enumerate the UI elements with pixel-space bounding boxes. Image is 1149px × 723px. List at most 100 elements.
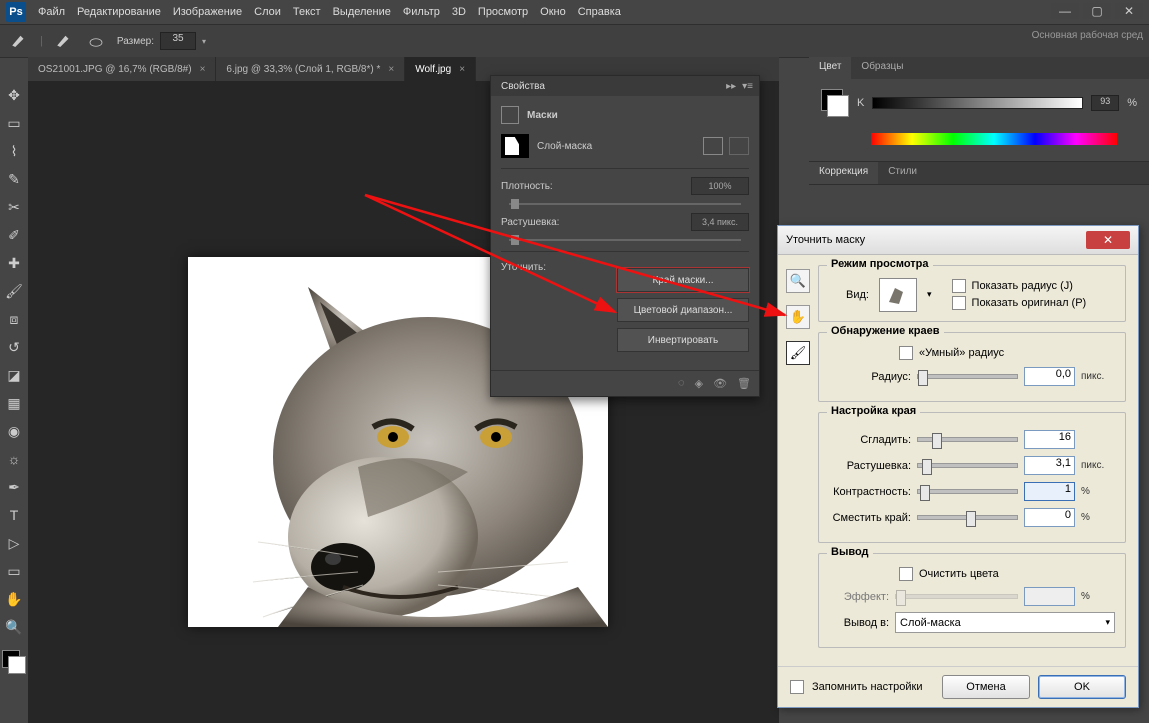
menu-view[interactable]: Просмотр: [478, 6, 528, 18]
k-slider[interactable]: [872, 97, 1083, 109]
hand-tool[interactable]: ✋: [3, 588, 25, 610]
contrast-input[interactable]: 1: [1024, 482, 1075, 501]
cancel-button[interactable]: Отмена: [942, 675, 1030, 699]
stamp-tool[interactable]: ⧈: [3, 308, 25, 330]
type-tool[interactable]: T: [3, 504, 25, 526]
view-dropdown-icon[interactable]: ▾: [927, 289, 932, 300]
output-combo[interactable]: Слой-маска▾: [895, 612, 1115, 633]
window-close[interactable]: ✕: [1115, 3, 1143, 19]
delete-mask-icon[interactable]: 🗑: [737, 377, 751, 390]
shape-tool[interactable]: ▭: [3, 560, 25, 582]
doc-tab-0[interactable]: OS21001.JPG @ 16,7% (RGB/8#)×: [28, 57, 216, 81]
show-radius-checkbox[interactable]: [952, 279, 966, 293]
hand-tool-icon[interactable]: ✋: [786, 305, 810, 329]
crop-tool[interactable]: ✂: [3, 196, 25, 218]
apply-mask-icon[interactable]: ◈: [695, 377, 703, 390]
decon-label: Очистить цвета: [919, 568, 999, 580]
pen-tool[interactable]: ✒: [3, 476, 25, 498]
remember-checkbox[interactable]: [790, 680, 804, 694]
refine-brush-icon[interactable]: 🖌: [786, 341, 810, 365]
feather-dlg-slider[interactable]: [917, 463, 1018, 468]
contrast-slider[interactable]: [917, 489, 1018, 494]
feather-dlg-input[interactable]: 3,1: [1024, 456, 1075, 475]
menu-window[interactable]: Окно: [540, 6, 566, 18]
close-icon[interactable]: ×: [200, 64, 206, 75]
doc-tab-2[interactable]: Wolf.jpg×: [405, 57, 476, 81]
color-range-button[interactable]: Цветовой диапазон...: [617, 298, 749, 322]
feather-value[interactable]: 3,4 пикс.: [691, 213, 749, 231]
ok-button[interactable]: OK: [1038, 675, 1126, 699]
dialog-close-button[interactable]: ✕: [1086, 231, 1130, 249]
density-slider[interactable]: [509, 203, 741, 205]
adjustments-tab[interactable]: Коррекция: [809, 162, 878, 184]
mask-mode-icon[interactable]: [501, 106, 519, 124]
smart-radius-checkbox[interactable]: [899, 346, 913, 360]
marquee-tool[interactable]: ▭: [3, 112, 25, 134]
brush-preset-icon[interactable]: [53, 32, 75, 50]
eyedropper-tool[interactable]: ✐: [3, 224, 25, 246]
size-input[interactable]: 35: [160, 32, 196, 50]
decon-checkbox[interactable]: [899, 567, 913, 581]
radius-label: Радиус:: [829, 371, 911, 383]
shift-slider[interactable]: [917, 515, 1018, 520]
mask-thumbnail[interactable]: [501, 134, 529, 158]
panel-menu-icon[interactable]: ▾≡: [742, 81, 753, 92]
smooth-slider[interactable]: [917, 437, 1018, 442]
pixel-mask-icon[interactable]: [703, 137, 723, 155]
density-value[interactable]: 100%: [691, 177, 749, 195]
view-label: Вид:: [829, 289, 869, 301]
brush-preset2-icon[interactable]: [85, 32, 107, 50]
history-brush-tool[interactable]: ↺: [3, 336, 25, 358]
close-icon[interactable]: ×: [459, 64, 465, 75]
brush-tool[interactable]: 🖌: [3, 280, 25, 302]
menu-help[interactable]: Справка: [578, 6, 621, 18]
path-select-tool[interactable]: ▷: [3, 532, 25, 554]
radius-slider[interactable]: [917, 374, 1018, 379]
show-radius-label: Показать радиус (J): [972, 280, 1073, 292]
zoom-tool[interactable]: 🔍: [3, 616, 25, 638]
panel-collapse-icon[interactable]: ▸▸: [726, 81, 736, 92]
fg-bg-colors[interactable]: [2, 650, 26, 674]
vector-mask-icon[interactable]: [729, 137, 749, 155]
quick-select-tool[interactable]: ✎: [3, 168, 25, 190]
menu-edit[interactable]: Редактирование: [77, 6, 161, 18]
zoom-tool-icon[interactable]: 🔍: [786, 269, 810, 293]
feather-slider[interactable]: [509, 239, 741, 241]
close-icon[interactable]: ×: [388, 64, 394, 75]
invert-button[interactable]: Инвертировать: [617, 328, 749, 352]
gradient-tool[interactable]: ▦: [3, 392, 25, 414]
load-selection-icon[interactable]: ◌: [678, 377, 685, 390]
healing-tool[interactable]: ✚: [3, 252, 25, 274]
window-maximize[interactable]: ▢: [1083, 3, 1111, 19]
lasso-tool[interactable]: ⌇: [3, 140, 25, 162]
color-tab[interactable]: Цвет: [809, 57, 851, 79]
dodge-tool[interactable]: ☼: [3, 448, 25, 470]
menu-filter[interactable]: Фильтр: [403, 6, 440, 18]
shift-input[interactable]: 0: [1024, 508, 1075, 527]
show-original-checkbox[interactable]: [952, 296, 966, 310]
menu-select[interactable]: Выделение: [333, 6, 391, 18]
view-thumbnail[interactable]: [879, 278, 917, 312]
properties-title: Свойства: [491, 81, 555, 92]
blur-tool[interactable]: ◉: [3, 420, 25, 442]
size-dropdown-icon[interactable]: ▾: [202, 37, 206, 46]
swatches-tab[interactable]: Образцы: [851, 57, 913, 79]
eraser-tool[interactable]: ◪: [3, 364, 25, 386]
hue-bar[interactable]: [871, 133, 1117, 145]
color-swatch[interactable]: [821, 89, 849, 117]
k-value[interactable]: 93: [1091, 95, 1119, 111]
radius-input[interactable]: 0,0: [1024, 367, 1075, 386]
move-tool[interactable]: ✥: [3, 84, 25, 106]
window-minimize[interactable]: —: [1051, 3, 1079, 19]
menu-layer[interactable]: Слои: [254, 6, 281, 18]
workspace-label[interactable]: Основная рабочая сред: [1032, 30, 1143, 41]
styles-tab[interactable]: Стили: [878, 162, 927, 184]
menu-image[interactable]: Изображение: [173, 6, 242, 18]
menu-type[interactable]: Текст: [293, 6, 321, 18]
toggle-mask-icon[interactable]: 👁: [713, 377, 727, 390]
menu-3d[interactable]: 3D: [452, 6, 466, 18]
smooth-input[interactable]: 16: [1024, 430, 1075, 449]
mask-edge-button[interactable]: Край маски...: [617, 268, 749, 292]
doc-tab-1[interactable]: 6.jpg @ 33,3% (Слой 1, RGB/8*) *×: [216, 57, 405, 81]
menu-file[interactable]: Файл: [38, 6, 65, 18]
